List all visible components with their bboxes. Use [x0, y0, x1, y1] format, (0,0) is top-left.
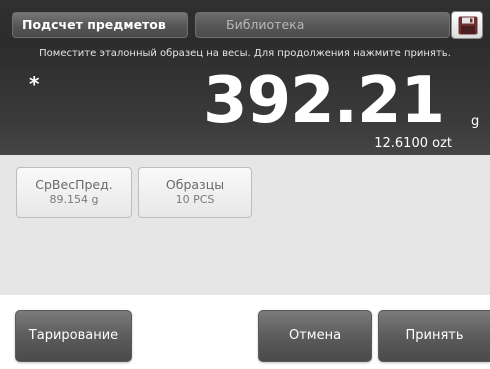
- save-icon: [458, 16, 478, 35]
- average-piece-weight-button[interactable]: СрВесПред. 89.154 g: [16, 167, 132, 218]
- parameter-area: СрВесПред. 89.154 g Образцы 10 PCS: [0, 155, 490, 295]
- samples-value: 10 PCS: [175, 193, 215, 206]
- library-tab[interactable]: Библиотека: [195, 12, 450, 38]
- cancel-button[interactable]: Отмена: [258, 310, 372, 362]
- weight-readout: 392.21: [203, 64, 445, 138]
- save-button[interactable]: [451, 11, 483, 39]
- balance-screen: Подсчет предметов Библиотека Поместите э…: [0, 0, 490, 369]
- instruction-text: Поместите эталонный образец на весы. Для…: [39, 48, 451, 59]
- samples-button[interactable]: Образцы 10 PCS: [138, 167, 252, 218]
- weighing-display: Подсчет предметов Библиотека Поместите э…: [0, 0, 490, 155]
- app-mode-tab[interactable]: Подсчет предметов: [12, 12, 188, 38]
- tare-button[interactable]: Тарирование: [15, 310, 132, 362]
- average-piece-weight-value: 89.154 g: [49, 193, 99, 206]
- action-bar: Тарирование Отмена Принять: [0, 295, 490, 369]
- average-piece-weight-title: СрВесПред.: [35, 177, 113, 192]
- weight-unit: g: [471, 114, 480, 129]
- accept-button[interactable]: Принять: [378, 310, 490, 362]
- samples-title: Образцы: [165, 177, 225, 192]
- stability-indicator: *: [29, 72, 40, 96]
- secondary-readout: 12.6100 ozt: [374, 136, 452, 151]
